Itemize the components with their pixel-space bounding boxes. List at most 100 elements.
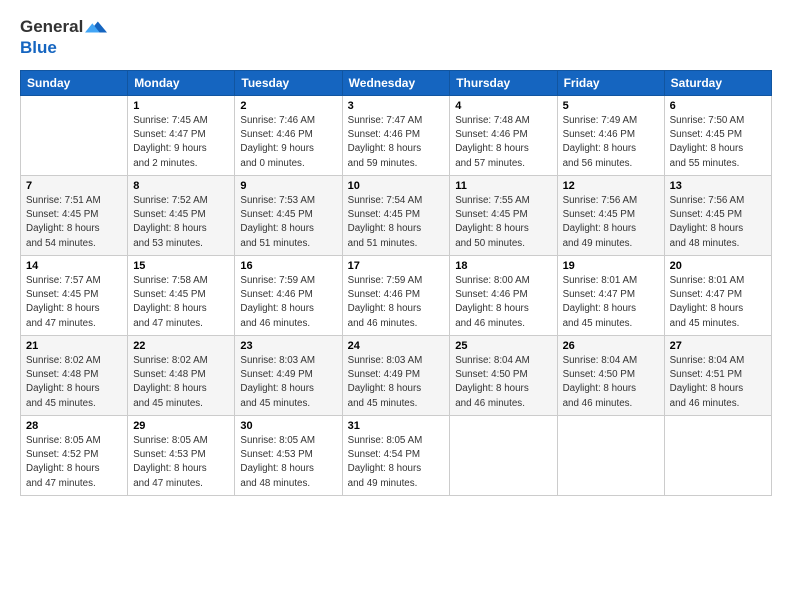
- day-cell: 2 Sunrise: 7:46 AMSunset: 4:46 PMDaylight…: [235, 96, 342, 176]
- day-number: 25: [455, 340, 551, 352]
- day-number: 22: [133, 340, 229, 352]
- day-info: Sunrise: 8:01 AMSunset: 4:47 PMDaylight:…: [670, 274, 766, 331]
- day-cell: 24Sunrise: 8:03 AMSunset: 4:49 PMDayligh…: [342, 336, 450, 416]
- day-cell: 26 Sunrise: 8:04 AMSunset: 4:50 PMDayligh…: [557, 336, 664, 416]
- day-cell: 6Sunrise: 7:50 AMSunset: 4:45 PMDaylight…: [664, 96, 771, 176]
- day-cell: 10 Sunrise: 7:54 AMSunset: 4:45 PMDayligh…: [342, 176, 450, 256]
- weekday-wednesday: Wednesday: [342, 71, 450, 96]
- week-row-4: 21 Sunrise: 8:02 AMSunset: 4:48 PMDayligh…: [21, 336, 772, 416]
- day-cell: [450, 416, 557, 496]
- day-info: Sunrise: 8:04 AMSunset: 4:50 PMDaylight:…: [563, 354, 659, 411]
- day-info: Sunrise: 7:50 AMSunset: 4:45 PMDaylight:…: [670, 114, 766, 171]
- day-info: Sunrise: 7:59 AMSunset: 4:46 PMDaylight:…: [240, 274, 336, 331]
- day-info: Sunrise: 8:03 AMSunset: 4:49 PMDaylight:…: [240, 354, 336, 411]
- day-cell: 13Sunrise: 7:56 AMSunset: 4:45 PMDayligh…: [664, 176, 771, 256]
- day-info: Sunrise: 7:57 AMSunset: 4:45 PMDaylight:…: [26, 274, 122, 331]
- week-row-3: 14Sunrise: 7:57 AMSunset: 4:45 PMDayligh…: [21, 256, 772, 336]
- day-cell: [21, 96, 128, 176]
- day-number: 10: [348, 180, 445, 192]
- day-cell: 14Sunrise: 7:57 AMSunset: 4:45 PMDayligh…: [21, 256, 128, 336]
- day-info: Sunrise: 8:01 AMSunset: 4:47 PMDaylight:…: [563, 274, 659, 331]
- day-cell: 31 Sunrise: 8:05 AMSunset: 4:54 PMDayligh…: [342, 416, 450, 496]
- weekday-tuesday: Tuesday: [235, 71, 342, 96]
- day-cell: 19 Sunrise: 8:01 AMSunset: 4:47 PMDayligh…: [557, 256, 664, 336]
- day-cell: 27 Sunrise: 8:04 AMSunset: 4:51 PMDayligh…: [664, 336, 771, 416]
- day-info: Sunrise: 7:54 AMSunset: 4:45 PMDaylight:…: [348, 194, 445, 251]
- day-cell: 23 Sunrise: 8:03 AMSunset: 4:49 PMDayligh…: [235, 336, 342, 416]
- day-info: Sunrise: 8:02 AMSunset: 4:48 PMDaylight:…: [133, 354, 229, 411]
- logo-blue-text: Blue: [20, 38, 57, 57]
- day-info: Sunrise: 8:04 AMSunset: 4:51 PMDaylight:…: [670, 354, 766, 411]
- day-cell: 15 Sunrise: 7:58 AMSunset: 4:45 PMDayligh…: [128, 256, 235, 336]
- page: General Blue SundayMondayTuesdayWednesda…: [0, 0, 792, 612]
- day-info: Sunrise: 7:45 AMSunset: 4:47 PMDaylight:…: [133, 114, 229, 171]
- day-cell: [557, 416, 664, 496]
- day-cell: 8 Sunrise: 7:52 AMSunset: 4:45 PMDaylight…: [128, 176, 235, 256]
- day-cell: 5Sunrise: 7:49 AMSunset: 4:46 PMDaylight…: [557, 96, 664, 176]
- day-info: Sunrise: 7:48 AMSunset: 4:46 PMDaylight:…: [455, 114, 551, 171]
- day-info: Sunrise: 8:05 AMSunset: 4:54 PMDaylight:…: [348, 434, 445, 491]
- day-info: Sunrise: 8:05 AMSunset: 4:52 PMDaylight:…: [26, 434, 122, 491]
- day-info: Sunrise: 7:58 AMSunset: 4:45 PMDaylight:…: [133, 274, 229, 331]
- day-cell: 28 Sunrise: 8:05 AMSunset: 4:52 PMDayligh…: [21, 416, 128, 496]
- day-number: 16: [240, 260, 336, 272]
- day-info: Sunrise: 7:52 AMSunset: 4:45 PMDaylight:…: [133, 194, 229, 251]
- day-info: Sunrise: 7:51 AMSunset: 4:45 PMDaylight:…: [26, 194, 122, 251]
- day-number: 31: [348, 420, 445, 432]
- day-cell: 25 Sunrise: 8:04 AMSunset: 4:50 PMDayligh…: [450, 336, 557, 416]
- day-number: 12: [563, 180, 659, 192]
- week-row-1: 1Sunrise: 7:45 AMSunset: 4:47 PMDaylight…: [21, 96, 772, 176]
- day-number: 11: [455, 180, 551, 192]
- day-cell: 9 Sunrise: 7:53 AMSunset: 4:45 PMDaylight…: [235, 176, 342, 256]
- day-info: Sunrise: 7:59 AMSunset: 4:46 PMDaylight:…: [348, 274, 445, 331]
- weekday-friday: Friday: [557, 71, 664, 96]
- day-cell: 11 Sunrise: 7:55 AMSunset: 4:45 PMDayligh…: [450, 176, 557, 256]
- day-cell: 7Sunrise: 7:51 AMSunset: 4:45 PMDaylight…: [21, 176, 128, 256]
- day-number: 17: [348, 260, 445, 272]
- weekday-thursday: Thursday: [450, 71, 557, 96]
- day-cell: 1Sunrise: 7:45 AMSunset: 4:47 PMDaylight…: [128, 96, 235, 176]
- day-number: 23: [240, 340, 336, 352]
- day-number: 29: [133, 420, 229, 432]
- day-number: 18: [455, 260, 551, 272]
- day-cell: 29 Sunrise: 8:05 AMSunset: 4:53 PMDayligh…: [128, 416, 235, 496]
- day-info: Sunrise: 7:53 AMSunset: 4:45 PMDaylight:…: [240, 194, 336, 251]
- day-number: 21: [26, 340, 122, 352]
- day-cell: 20Sunrise: 8:01 AMSunset: 4:47 PMDayligh…: [664, 256, 771, 336]
- day-cell: 3 Sunrise: 7:47 AMSunset: 4:46 PMDaylight…: [342, 96, 450, 176]
- day-number: 2: [240, 100, 336, 112]
- day-cell: 4 Sunrise: 7:48 AMSunset: 4:46 PMDaylight…: [450, 96, 557, 176]
- day-cell: 16 Sunrise: 7:59 AMSunset: 4:46 PMDayligh…: [235, 256, 342, 336]
- day-cell: 22 Sunrise: 8:02 AMSunset: 4:48 PMDayligh…: [128, 336, 235, 416]
- calendar-table: SundayMondayTuesdayWednesdayThursdayFrid…: [20, 70, 772, 496]
- day-number: 8: [133, 180, 229, 192]
- day-info: Sunrise: 7:55 AMSunset: 4:45 PMDaylight:…: [455, 194, 551, 251]
- day-info: Sunrise: 7:46 AMSunset: 4:46 PMDaylight:…: [240, 114, 336, 171]
- day-info: Sunrise: 7:56 AMSunset: 4:45 PMDaylight:…: [670, 194, 766, 251]
- day-cell: 30 Sunrise: 8:05 AMSunset: 4:53 PMDayligh…: [235, 416, 342, 496]
- weekday-sunday: Sunday: [21, 71, 128, 96]
- day-cell: 17 Sunrise: 7:59 AMSunset: 4:46 PMDayligh…: [342, 256, 450, 336]
- day-number: 27: [670, 340, 766, 352]
- day-number: 3: [348, 100, 445, 112]
- day-cell: 18 Sunrise: 8:00 AMSunset: 4:46 PMDayligh…: [450, 256, 557, 336]
- day-cell: 12 Sunrise: 7:56 AMSunset: 4:45 PMDayligh…: [557, 176, 664, 256]
- day-number: 19: [563, 260, 659, 272]
- day-number: 28: [26, 420, 122, 432]
- day-number: 15: [133, 260, 229, 272]
- day-number: 30: [240, 420, 336, 432]
- day-info: Sunrise: 7:47 AMSunset: 4:46 PMDaylight:…: [348, 114, 445, 171]
- logo-general: General: [20, 17, 83, 37]
- day-info: Sunrise: 8:05 AMSunset: 4:53 PMDaylight:…: [133, 434, 229, 491]
- day-info: Sunrise: 7:49 AMSunset: 4:46 PMDaylight:…: [563, 114, 659, 171]
- day-info: Sunrise: 7:56 AMSunset: 4:45 PMDaylight:…: [563, 194, 659, 251]
- header: General Blue: [20, 16, 772, 58]
- day-info: Sunrise: 8:03 AMSunset: 4:49 PMDaylight:…: [348, 354, 445, 411]
- day-number: 9: [240, 180, 336, 192]
- day-info: Sunrise: 8:00 AMSunset: 4:46 PMDaylight:…: [455, 274, 551, 331]
- day-number: 26: [563, 340, 659, 352]
- week-row-5: 28 Sunrise: 8:05 AMSunset: 4:52 PMDayligh…: [21, 416, 772, 496]
- day-info: Sunrise: 8:05 AMSunset: 4:53 PMDaylight:…: [240, 434, 336, 491]
- day-number: 4: [455, 100, 551, 112]
- day-info: Sunrise: 8:04 AMSunset: 4:50 PMDaylight:…: [455, 354, 551, 411]
